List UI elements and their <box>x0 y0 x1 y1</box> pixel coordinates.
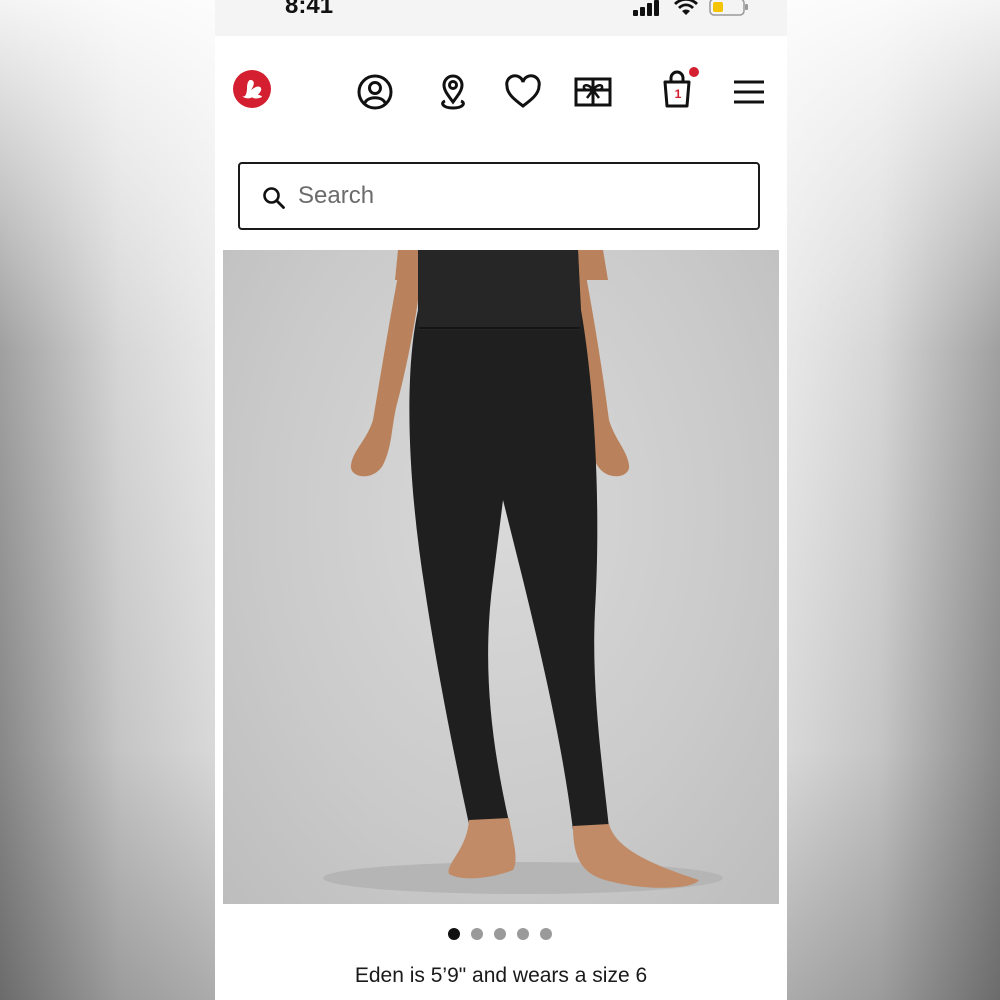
header: 1 <box>215 60 787 130</box>
menu-icon[interactable] <box>727 70 771 114</box>
wifi-icon <box>674 0 698 15</box>
carousel-dots <box>215 926 787 942</box>
product-image[interactable] <box>223 250 779 904</box>
bag-count: 1 <box>674 87 682 101</box>
account-icon[interactable] <box>353 70 397 114</box>
carousel-dot-4[interactable] <box>517 928 529 940</box>
leggings-photo <box>323 250 723 894</box>
notification-dot <box>689 67 699 77</box>
heart-icon[interactable] <box>501 70 545 114</box>
logo-icon[interactable] <box>231 68 273 110</box>
search-box[interactable] <box>238 162 760 230</box>
gift-icon[interactable] <box>571 70 615 114</box>
phone-screen: 8:41 1 Search Eden is 5’9" and wears a s… <box>215 0 787 1000</box>
carousel-dot-5[interactable] <box>540 928 552 940</box>
search-input[interactable] <box>298 178 738 214</box>
status-bar: 8:41 <box>215 0 787 36</box>
model-caption: Eden is 5’9" and wears a size 6 <box>354 964 648 987</box>
signal-icon <box>633 0 659 16</box>
carousel-dot-1[interactable] <box>448 928 460 940</box>
carousel-dot-2[interactable] <box>471 928 483 940</box>
status-time: 8:41 <box>285 0 334 19</box>
carousel-dot-3[interactable] <box>494 928 506 940</box>
search-icon <box>263 187 285 209</box>
location-icon[interactable] <box>431 70 475 114</box>
battery-icon <box>709 0 748 16</box>
